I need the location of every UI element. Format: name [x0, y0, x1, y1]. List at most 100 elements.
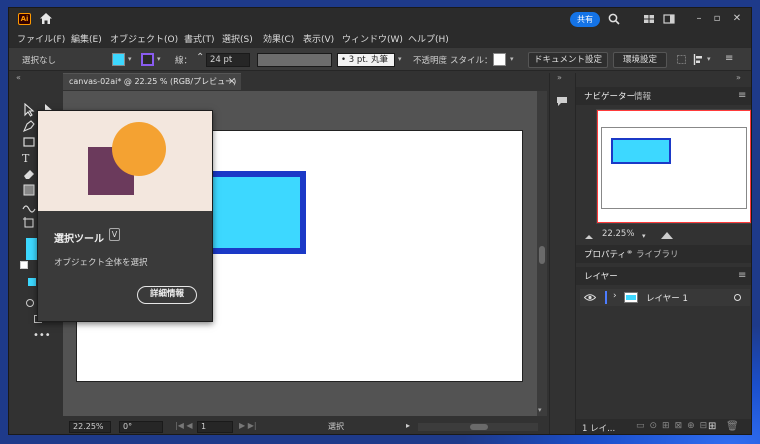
scrollbar-thumb[interactable]	[539, 246, 545, 264]
control-bar: 選択なし ▾ ▾ 線： ⌃ 24 pt • 3 pt. 丸筆 ▾ 不透明度 スタ…	[9, 47, 751, 71]
menu-window[interactable]: ウィンドウ(W)	[342, 32, 403, 45]
panel-icon-strip: »	[549, 73, 573, 434]
rotation-field[interactable]: 0°	[119, 421, 163, 433]
tab-navigator[interactable]: ナビゲーター	[584, 90, 635, 102]
learn-more-button[interactable]: 詳細情報	[137, 286, 197, 304]
app-logo: Ai	[18, 13, 31, 25]
search-icon[interactable]	[608, 13, 620, 25]
selection-tool-icon[interactable]	[22, 103, 36, 117]
chevron-down-icon[interactable]: ▾	[128, 55, 132, 63]
fill-swatch[interactable]	[112, 53, 125, 66]
gradient-tool-icon[interactable]	[22, 183, 36, 197]
menu-select[interactable]: 選択(S)	[222, 32, 253, 45]
brush-definition-field[interactable]: • 3 pt. 丸筆	[337, 53, 395, 67]
eraser-tool-icon[interactable]	[22, 167, 36, 181]
new-layer-icon[interactable]: ⊞	[708, 421, 716, 432]
artboard-number-field[interactable]: 1	[197, 421, 233, 433]
tab-libraries[interactable]: ライブラリ	[636, 248, 679, 260]
rectangle-tool-icon[interactable]	[22, 135, 36, 149]
zoom-out-icon[interactable]	[584, 232, 594, 240]
default-colors-icon[interactable]	[20, 261, 28, 269]
close-window-button[interactable]: ✕	[728, 11, 746, 26]
transform-icon[interactable]	[676, 54, 687, 65]
scrollbar-thumb[interactable]	[470, 424, 488, 430]
horizontal-scrollbar[interactable]	[418, 423, 538, 431]
collapse-icon[interactable]: »	[736, 73, 741, 82]
target-icon[interactable]	[734, 294, 741, 301]
menu-view[interactable]: 表示(V)	[303, 32, 334, 45]
hamburger-menu-icon[interactable]: ≡	[725, 53, 733, 64]
arrange-documents-icon[interactable]	[643, 13, 655, 25]
tooltip-description: オブジェクト全体を選択	[54, 258, 148, 268]
pen-tool-icon[interactable]	[22, 119, 36, 133]
maximize-button[interactable]: ▫	[708, 11, 726, 26]
brush-value: 3 pt. 丸筆	[348, 55, 388, 65]
panel-menu-icon[interactable]: ≡	[738, 270, 746, 281]
more-tools-icon[interactable]: •••	[33, 330, 51, 341]
menu-help[interactable]: ヘルプ(H)	[408, 32, 449, 45]
layer-actions-icons[interactable]: ▭⊙⊞⊠⊕⊟	[636, 421, 712, 431]
stroke-weight-field[interactable]: 24 pt	[206, 53, 250, 67]
selection-status: 選択なし	[22, 56, 57, 66]
opacity-label[interactable]: 不透明度	[413, 54, 447, 66]
eye-icon[interactable]	[584, 293, 596, 302]
home-icon[interactable]	[39, 12, 53, 25]
layer-row[interactable]: › レイヤー 1	[580, 289, 750, 306]
chevron-down-icon[interactable]: ▾	[642, 232, 646, 246]
draw-mode-icon[interactable]	[26, 299, 34, 307]
layer-color-bar	[605, 291, 607, 304]
menu-bar: ファイル(F) 編集(E) オブジェクト(O) 書式(T) 選択(S) 効果(C…	[9, 30, 751, 47]
tool-tooltip: 選択ツール V オブジェクト全体を選択 詳細情報	[37, 110, 213, 322]
menu-effect[interactable]: 効果(C)	[263, 32, 294, 45]
document-setup-button[interactable]: ドキュメント設定	[528, 52, 608, 68]
tab-layers[interactable]: レイヤー	[584, 270, 618, 282]
zoom-in-icon[interactable]	[660, 230, 674, 240]
graphic-style-swatch[interactable]	[493, 53, 506, 66]
color-mode-icon[interactable]	[28, 278, 36, 286]
align-icon[interactable]	[693, 54, 704, 65]
properties-panel-tabs: プロパティ ⚭ ライブラリ	[576, 245, 751, 263]
share-button[interactable]: 共有	[570, 12, 600, 27]
chevron-down-icon[interactable]: ▾	[510, 55, 514, 63]
document-tab[interactable]: canvas-02ai* @ 22.25 % (RGB/プレビュー) ×	[63, 73, 241, 90]
collapse-icon[interactable]: »	[557, 73, 562, 82]
vertical-scrollbar[interactable]: ▾	[537, 91, 547, 416]
chevron-down-icon[interactable]: ▾	[398, 55, 402, 63]
stroke-swatch[interactable]	[141, 53, 154, 66]
menu-file[interactable]: ファイル(F)	[17, 32, 65, 45]
type-tool-icon[interactable]: T	[22, 152, 29, 165]
panel-menu-icon[interactable]: ≡	[738, 90, 746, 101]
zoom-field[interactable]: 22.25%	[69, 421, 111, 433]
menu-object[interactable]: オブジェクト(O)	[110, 32, 178, 45]
next-artboard-icon[interactable]: ▶ ▶|	[239, 421, 257, 430]
layer-name[interactable]: レイヤー 1	[646, 292, 688, 304]
workspace-switcher-icon[interactable]	[663, 13, 675, 25]
first-artboard-icon[interactable]: |◀ ◀	[175, 421, 193, 430]
delete-icon[interactable]: 🗑	[726, 421, 739, 432]
chevron-right-icon[interactable]: ›	[613, 291, 617, 301]
menu-type[interactable]: 書式(T)	[184, 32, 215, 45]
current-tool-status[interactable]: 選択	[328, 421, 344, 432]
collapse-icon[interactable]: «	[16, 73, 21, 82]
navigator-zoom-value[interactable]: 22.25%	[602, 229, 634, 243]
chevron-down-icon[interactable]: ▾	[157, 55, 161, 63]
chevron-down-icon[interactable]: ▾	[707, 55, 711, 63]
artboard-tool-icon[interactable]	[22, 216, 36, 230]
status-menu-icon[interactable]: ▸	[406, 421, 410, 430]
preferences-button[interactable]: 環境設定	[613, 52, 667, 68]
menu-edit[interactable]: 編集(E)	[71, 32, 102, 45]
chevron-down-icon[interactable]: ▾	[538, 406, 542, 414]
variable-width-profile[interactable]	[257, 53, 332, 67]
cyan-rectangle[interactable]	[206, 171, 306, 254]
navigator-thumbnail[interactable]	[596, 109, 751, 224]
minimize-button[interactable]: –	[690, 11, 708, 26]
status-bar: 22.25% 0° |◀ ◀ 1 ▶ ▶| 選択 ▸	[63, 418, 547, 434]
close-icon[interactable]: ×	[228, 74, 236, 89]
width-tool-icon[interactable]	[22, 200, 36, 214]
style-label: スタイル：	[450, 56, 493, 66]
tab-properties[interactable]: プロパティ	[584, 248, 626, 260]
shortcut-key: V	[109, 228, 120, 241]
comments-icon[interactable]	[556, 95, 568, 107]
tab-info[interactable]: 情報	[634, 90, 651, 102]
stepper-icon[interactable]: ⌃	[196, 52, 204, 63]
